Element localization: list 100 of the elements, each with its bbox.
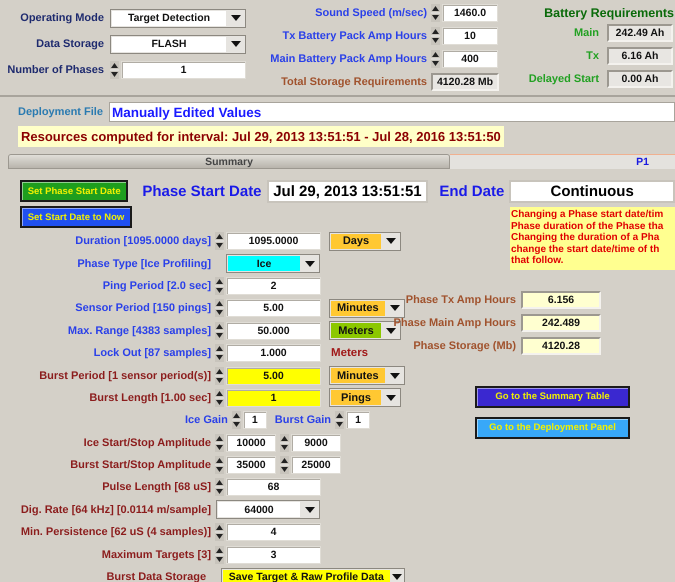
spin-button[interactable] [215,322,224,340]
caret-icon [386,394,396,401]
field-label: Sound Speed (m/sec) [314,7,428,19]
field-label: Number of Phases [6,64,105,76]
field-label: Tx Battery Pack Amp Hours [282,30,428,42]
field-label: Ping Period [2.0 sec] [102,280,212,292]
field-label: Pulse Length [68 uS] [101,481,212,494]
spin-button[interactable] [280,434,289,452]
dropdown[interactable]: 64000 [216,500,320,520]
navigation-button[interactable]: Go to the Summary Table [475,386,630,408]
spin-button[interactable] [215,523,224,542]
number-field[interactable]: 4 [226,523,321,542]
caret-icon [392,574,402,580]
field-label: Delayed Start [528,73,599,85]
caret-icon [231,41,241,47]
tab[interactable]: Summary [8,154,450,169]
spin-button[interactable] [215,434,224,452]
set-start-now-button[interactable]: Set Start Date to Now [20,206,132,228]
readout-field: 6.156 [521,291,601,309]
number-field[interactable]: 10000 [226,434,276,452]
field-label: Sensor Period [150 pings] [74,302,212,314]
spin-button[interactable] [110,61,119,79]
spin-button[interactable] [215,276,224,295]
dropdown[interactable]: Target Detection [110,8,246,28]
spin-button[interactable] [215,478,224,496]
field-label: Main Battery Pack Amp Hours [269,53,428,65]
caret-icon [305,506,315,513]
date-field[interactable]: Jul 29, 2013 13:51:51 [266,180,428,202]
dropdown[interactable]: Minutes [329,366,405,386]
caret-icon [386,238,396,244]
number-field[interactable]: 3 [226,546,321,564]
readout-field: 0.00 Ah [607,70,673,88]
number-field[interactable]: 1 [346,411,370,430]
date-field[interactable]: Continuous [509,180,675,202]
number-field[interactable]: 2 [226,276,321,295]
field-label: Burst Period [1 sensor period(s)] [38,370,212,382]
spin-button[interactable] [280,456,289,474]
number-field[interactable]: 1 [242,411,267,430]
spin-button[interactable] [215,366,224,385]
number-field[interactable]: 1095.0000 [226,232,321,250]
field-label: Ice Start/Stop Amplitude [82,436,212,449]
tab[interactable]: P1 [450,154,675,169]
field-label: Ice Gain [185,414,228,426]
number-field[interactable]: 9000 [291,434,341,452]
spin-button[interactable] [215,344,224,362]
dropdown[interactable]: Days [329,232,401,251]
field-label: End Date [439,182,504,200]
number-field[interactable]: 25000 [291,456,341,474]
field-label: Operating Mode [19,12,105,24]
field-label: Deployment File [18,106,104,118]
number-field[interactable]: 1.000 [226,344,321,362]
dropdown[interactable]: FLASH [110,34,246,54]
number-field[interactable]: 400 [442,50,498,68]
number-field[interactable]: 1460.0 [442,4,498,22]
dropdown[interactable]: Minutes [329,298,405,318]
field-label: Burst Length [1.00 sec] [88,392,212,404]
spin-button[interactable] [335,411,344,430]
field-label: Lock Out [87 samples] [92,347,212,360]
spin-button[interactable] [431,50,440,68]
number-field[interactable]: 1 [226,388,321,407]
caret-icon [231,15,241,21]
spin-button[interactable] [215,388,224,407]
field-label: Min. Persistence [62 uS (4 samples)] [20,526,212,538]
field-label: Burst Data Storage [105,571,208,582]
spin-button[interactable] [215,456,224,474]
field-label: Maximum Targets [3] [100,548,212,561]
readout-field: 242.49 Ah [607,24,673,42]
number-field[interactable]: 35000 [226,456,276,474]
number-field[interactable]: 10 [442,27,498,45]
number-field[interactable]: 1 [121,61,246,79]
caret-icon [390,305,400,312]
number-field[interactable]: 50.000 [226,322,321,340]
dropdown[interactable]: Pings [329,388,401,408]
unit-label: Meters [331,347,368,360]
spin-button[interactable] [232,411,241,430]
field-label: Duration [1095.0000 days] [74,235,212,248]
field-label: Max. Range [4383 samples] [66,324,212,337]
field-label: Phase Type [Ice Profiling] [76,258,212,270]
spin-button[interactable] [215,299,224,318]
field-label: Tx [586,50,599,62]
readout-field: 242.489 [521,314,601,332]
field-label: Main [574,27,599,39]
readout-field: 4120.28 Mb [431,73,499,91]
field-label: Data Storage [35,38,105,50]
number-field[interactable]: 5.00 [226,366,321,385]
text-field[interactable]: Manually Edited Values [109,102,675,122]
field-label: Total Storage Requirements [280,76,428,88]
dropdown[interactable]: Save Target & Raw Profile Data [220,568,405,582]
spin-button[interactable] [215,232,224,250]
spin-button[interactable] [431,4,440,22]
number-field[interactable]: 68 [226,478,321,496]
status-message: Resources computed for interval: Jul 29, 2013 13:51:51 - Jul 28, 2016 13:51:50 [18,126,504,147]
caret-icon [390,372,400,379]
dropdown[interactable]: Ice [226,254,320,274]
spin-button[interactable] [431,27,440,45]
field-label: Phase Storage (Mb) [412,340,517,352]
spin-button[interactable] [215,546,224,564]
number-field[interactable]: 5.00 [226,299,321,318]
section-title: Battery Requirements [544,6,674,20]
field-label: Burst Gain [274,414,332,426]
